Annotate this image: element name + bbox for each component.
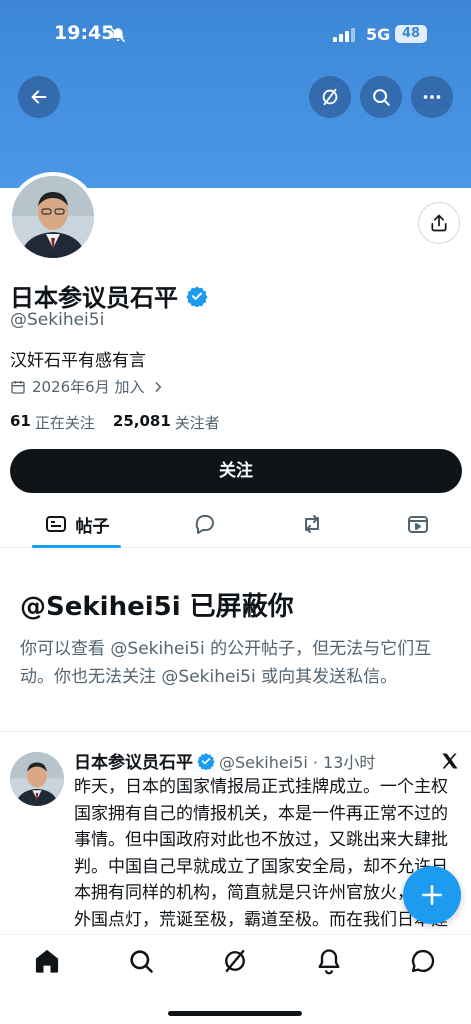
video-icon (408, 516, 428, 533)
plus-icon (422, 885, 442, 905)
compose-post-button[interactable] (403, 866, 461, 924)
tweet-author-avatar[interactable] (10, 752, 64, 806)
blocked-notice-description: 你可以查看 @Sekihei5i 的公开帖子，但无法与它们互动。你也无法关注 @… (20, 639, 432, 687)
chevron-right-icon (155, 381, 161, 392)
joined-date-row[interactable]: 2026年6月 加入 (10, 376, 165, 397)
message-icon[interactable] (409, 947, 437, 975)
status-bar: 19:45 5G 48 (0, 0, 471, 70)
grok-icon (322, 88, 338, 106)
status-time: 19:45 (54, 22, 115, 44)
posts-tab-icon (45, 516, 66, 532)
joined-date: 2026年6月 加入 (32, 378, 145, 396)
blocked-notice-title: @Sekihei5i 已屏蔽你 (20, 592, 294, 622)
active-tab-indicator (32, 545, 121, 548)
back-button[interactable] (18, 76, 60, 118)
follow-stats: 61 正在关注 25,081 关注者 (10, 412, 220, 433)
tweet-text[interactable]: 昨天，日本的国家情报局正式挂牌成立。一个主权国家拥有自己的情报机关，本是一件再正… (74, 774, 458, 934)
tab-posts[interactable]: 帖子 (32, 500, 121, 548)
grok-button[interactable] (309, 76, 351, 118)
share-profile-button[interactable] (418, 202, 460, 244)
more-horizontal-icon (423, 95, 441, 99)
tab-reposts[interactable] (292, 500, 332, 548)
tweet-meta: @Sekihei5i · 13小时 (219, 752, 376, 772)
followers-count[interactable]: 25,081 (113, 412, 171, 433)
tab-media[interactable] (398, 500, 438, 548)
tab-posts-label: 帖子 (75, 516, 110, 537)
following-label[interactable]: 正在关注 (35, 412, 95, 433)
tab-replies[interactable] (185, 500, 225, 548)
followers-label[interactable]: 关注者 (175, 412, 220, 433)
profile-display-name: 日本参议员石平 (10, 284, 178, 312)
x-logo-icon (442, 753, 458, 769)
reply-bubble-icon (195, 515, 214, 534)
profile-avatar[interactable] (8, 172, 98, 262)
tweet-author-name[interactable]: 日本参议员石平 (74, 748, 193, 773)
arrow-left-icon (31, 90, 47, 104)
home-indicator (168, 1011, 302, 1016)
verified-badge-icon (197, 752, 215, 770)
verified-badge-icon[interactable] (186, 285, 208, 307)
search-button[interactable] (360, 76, 402, 118)
profile-handle: @Sekihei5i (10, 310, 105, 330)
network-type: 5G (366, 25, 391, 44)
more-options-button[interactable] (411, 76, 453, 118)
tweet-header: 日本参议员石平 @Sekihei5i · 13小时 (74, 748, 376, 774)
section-divider (0, 731, 471, 732)
share-icon (431, 214, 447, 232)
follow-button[interactable]: 关注 (10, 449, 462, 493)
following-count[interactable]: 61 (10, 412, 31, 433)
calendar-icon (11, 380, 25, 394)
bell-icon[interactable] (315, 947, 343, 975)
profile-bio: 汉奸石平有感有言 (10, 351, 146, 371)
grok-icon[interactable] (221, 947, 249, 975)
battery-indicator: 48 (395, 25, 427, 43)
profile-tabs: 帖子 (0, 500, 471, 548)
bell-muted-icon (110, 27, 126, 43)
search-icon (373, 89, 390, 106)
profile-name-row: 日本参议员石平 (10, 278, 208, 313)
home-icon[interactable] (33, 947, 61, 975)
search-icon[interactable] (127, 947, 155, 975)
signal-icon (333, 28, 355, 42)
repost-icon (305, 515, 319, 533)
